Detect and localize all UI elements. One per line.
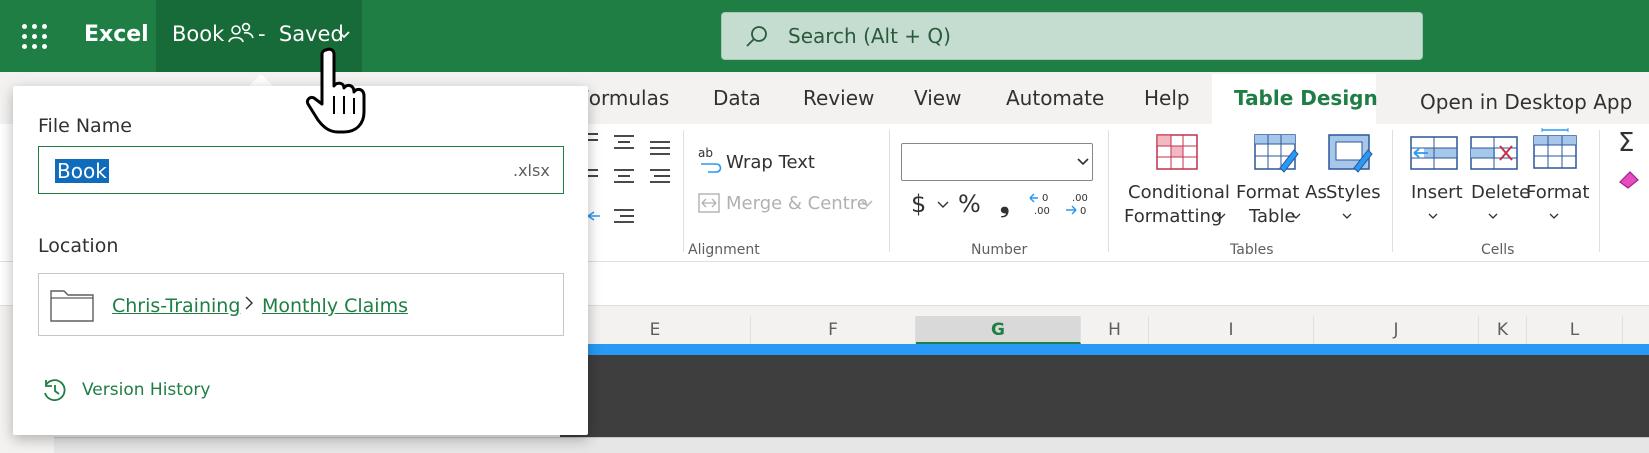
svg-text:.00: .00	[1034, 206, 1050, 217]
chevron-down-icon	[1077, 158, 1089, 166]
column-header-e[interactable]: E	[560, 316, 751, 344]
file-name-input[interactable]	[38, 146, 564, 194]
format-as-table-icon	[1254, 134, 1299, 173]
excel-window: Excel Book - Saved Search (Alt + Q) Form…	[0, 0, 1649, 453]
eraser-icon[interactable]	[1618, 168, 1640, 190]
number-format-select[interactable]	[901, 143, 1093, 181]
conditional-formatting-label-1[interactable]: Conditional	[1128, 182, 1230, 203]
open-in-desktop-app-button[interactable]: Open in Desktop App	[1420, 90, 1632, 114]
column-header-k[interactable]: K	[1479, 316, 1527, 344]
tab-data[interactable]: Data	[713, 86, 761, 110]
divider	[683, 130, 684, 252]
hand-pointer-cursor-icon	[306, 47, 366, 134]
file-name-value[interactable]: Book	[55, 159, 109, 183]
chevron-down-icon	[861, 200, 873, 207]
table-body-area[interactable]	[560, 355, 1649, 437]
chevron-down-icon	[1291, 213, 1301, 219]
chevron-down-icon	[1549, 213, 1559, 219]
alignment-group-label: Alignment	[688, 242, 760, 258]
column-header-f[interactable]: F	[751, 316, 916, 344]
merge-centre-icon	[698, 193, 720, 213]
chevron-down-icon	[1216, 213, 1226, 219]
svg-text:.00: .00	[1072, 193, 1088, 204]
increase-decimal-icon[interactable]: .00 0	[1064, 190, 1092, 218]
conditional-formatting-icon	[1156, 134, 1198, 170]
saved-status: - Saved	[258, 22, 344, 46]
column-header-h[interactable]: H	[1081, 316, 1149, 344]
chevron-down-icon	[338, 31, 350, 39]
delete-button[interactable]: Delete	[1471, 182, 1530, 203]
tables-group-label: Tables	[1230, 242, 1274, 258]
insert-cells-icon	[1410, 136, 1458, 170]
divider	[1392, 130, 1393, 252]
divider	[889, 130, 890, 252]
autosum-icon[interactable]: Σ	[1618, 128, 1634, 158]
wrap-text-icon: ab	[698, 146, 722, 173]
tab-automate[interactable]: Automate	[1006, 86, 1104, 110]
svg-text:0: 0	[1042, 193, 1048, 204]
styles-button[interactable]: Styles	[1326, 182, 1381, 203]
svg-text:0: 0	[1080, 206, 1086, 217]
divider	[1599, 130, 1600, 252]
file-name-label: File Name	[38, 115, 132, 137]
shared-people-icon	[228, 22, 254, 43]
format-cells-icon	[1533, 128, 1577, 169]
cells-group-label: Cells	[1481, 242, 1515, 258]
chevron-right-icon	[245, 296, 253, 310]
app-name[interactable]: Excel	[84, 22, 149, 47]
chevron-down-icon	[1342, 213, 1352, 219]
percent-button[interactable]: %	[958, 190, 981, 218]
conditional-formatting-label-2[interactable]: Formatting	[1124, 206, 1222, 227]
delete-cells-icon	[1470, 136, 1518, 170]
column-header-g[interactable]: G	[916, 316, 1081, 344]
horizontal-scrollbar[interactable]	[54, 437, 1649, 453]
location-link-chris-training[interactable]: Chris-Training	[112, 295, 240, 317]
book-name: Book	[172, 22, 225, 46]
number-group-label: Number	[971, 242, 1028, 258]
version-history-link[interactable]: Version History	[82, 380, 210, 400]
column-header-j[interactable]: J	[1314, 316, 1479, 344]
comma-style-button[interactable]: ❟	[1000, 190, 1009, 218]
format-button[interactable]: Format	[1526, 182, 1589, 203]
app-launcher-icon[interactable]	[22, 24, 48, 50]
tab-help[interactable]: Help	[1144, 86, 1190, 110]
wrap-text-button[interactable]: Wrap Text	[726, 152, 815, 173]
chevron-down-icon	[937, 201, 949, 208]
styles-icon	[1328, 134, 1373, 173]
location-link-monthly-claims[interactable]: Monthly Claims	[262, 295, 408, 317]
chevron-down-icon	[1488, 213, 1498, 219]
tab-table-design-label: Table Design	[1234, 86, 1378, 110]
location-label: Location	[38, 235, 119, 257]
insert-button[interactable]: Insert	[1411, 182, 1463, 203]
align-icons[interactable]	[584, 132, 674, 228]
table-header-band	[560, 344, 1649, 355]
search-input[interactable]: Search (Alt + Q)	[788, 24, 951, 48]
decrease-decimal-icon[interactable]: 0 .00	[1028, 190, 1056, 218]
column-header-i[interactable]: I	[1149, 316, 1314, 344]
tab-view[interactable]: View	[914, 86, 961, 110]
search-icon	[746, 26, 767, 47]
file-extension: .xlsx	[513, 161, 550, 180]
divider	[1108, 130, 1109, 252]
tab-review[interactable]: Review	[803, 86, 874, 110]
format-as-table-label-2[interactable]: Table	[1249, 206, 1296, 227]
column-header-l[interactable]: L	[1527, 316, 1623, 344]
tab-formulas[interactable]: Formulas	[578, 86, 669, 110]
chevron-down-icon	[1428, 213, 1438, 219]
merge-centre-button[interactable]: Merge & Centre	[726, 193, 868, 214]
history-icon	[44, 379, 66, 402]
currency-button[interactable]: $	[911, 190, 926, 218]
format-as-table-label-1[interactable]: Format As	[1236, 182, 1327, 203]
folder-icon	[50, 290, 94, 322]
svg-text:ab: ab	[698, 146, 713, 160]
